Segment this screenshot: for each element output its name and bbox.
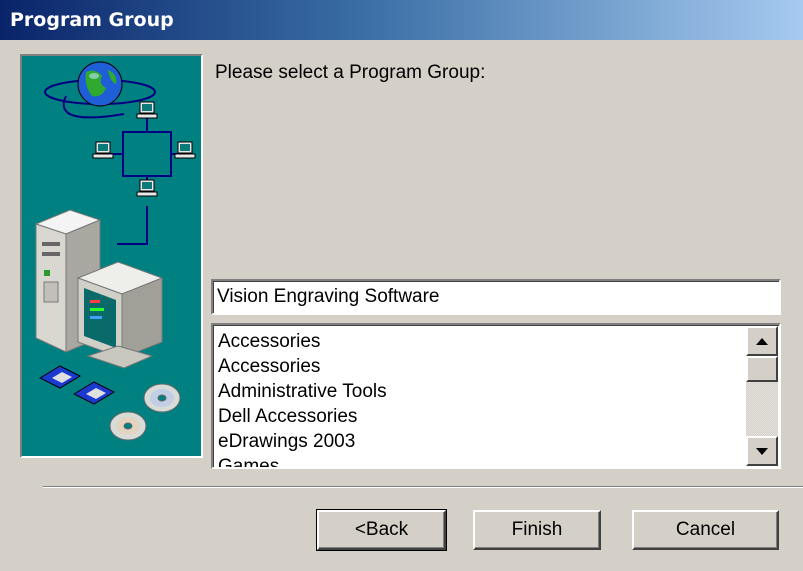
- program-group-list-items: Accessories Accessories Administrative T…: [218, 329, 743, 467]
- window-titlebar: Program Group: [0, 0, 803, 40]
- program-group-list[interactable]: Accessories Accessories Administrative T…: [211, 323, 781, 469]
- list-item[interactable]: Accessories: [218, 354, 743, 379]
- window-title: Program Group: [10, 9, 174, 31]
- wizard-side-image: [20, 54, 203, 458]
- list-item[interactable]: Dell Accessories: [218, 404, 743, 429]
- back-button[interactable]: <Back: [316, 509, 447, 551]
- scroll-up-button[interactable]: [746, 326, 778, 356]
- list-item[interactable]: Accessories: [218, 329, 743, 354]
- list-item[interactable]: Administrative Tools: [218, 379, 743, 404]
- network-computer-icon: [174, 141, 196, 159]
- floppy-disk-icon: [38, 365, 82, 389]
- cancel-button[interactable]: Cancel: [632, 510, 779, 550]
- scroll-down-arrow-icon: [756, 447, 768, 455]
- network-computer-icon: [136, 101, 158, 119]
- list-scrollbar[interactable]: [746, 326, 778, 466]
- list-item[interactable]: eDrawings 2003: [218, 429, 743, 454]
- button-separator: [43, 486, 803, 488]
- globe-icon: [77, 61, 123, 107]
- scroll-down-button[interactable]: [746, 436, 778, 466]
- cd-icon: [109, 411, 147, 441]
- network-computer-icon: [92, 141, 114, 159]
- scroll-up-arrow-icon: [756, 337, 768, 345]
- floppy-disk-icon: [72, 381, 116, 405]
- prompt-label: Please select a Program Group:: [215, 62, 486, 83]
- scroll-thumb[interactable]: [746, 356, 778, 382]
- network-computer-icon: [136, 179, 158, 197]
- finish-button[interactable]: Finish: [473, 510, 601, 550]
- program-group-input[interactable]: [211, 279, 781, 315]
- desktop-computer-icon: [34, 209, 164, 369]
- network-illustration: [34, 61, 196, 441]
- list-item[interactable]: Games: [218, 454, 743, 467]
- cd-icon: [143, 383, 181, 413]
